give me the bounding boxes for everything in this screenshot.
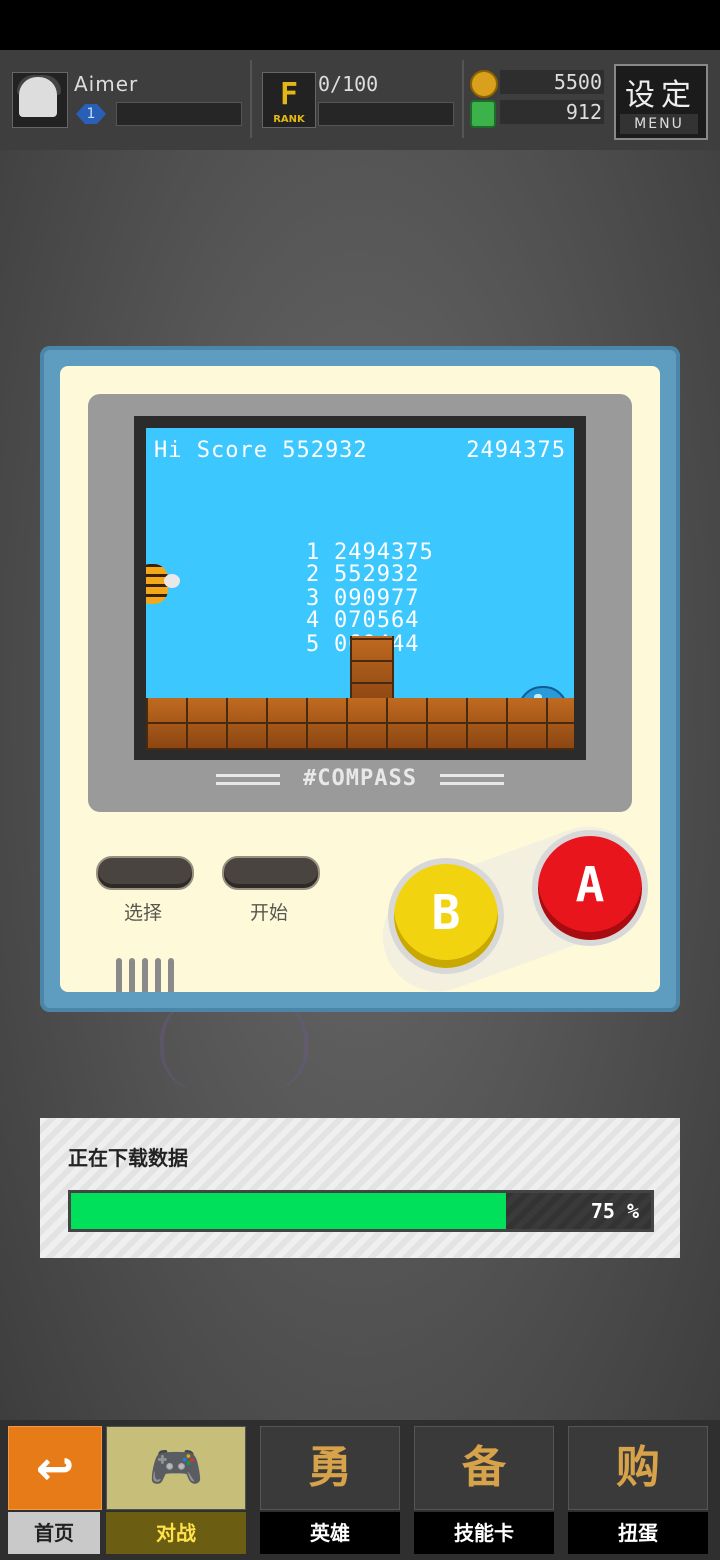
player-name: Aimer (74, 72, 139, 96)
leaderboard-score: 552932 (334, 562, 420, 587)
speaker-slot (129, 958, 135, 992)
leaderboard-row: 4 070564 (306, 610, 419, 632)
current-score: 2494375 (466, 438, 566, 463)
leaderboard-rank: 3 (306, 586, 321, 611)
game-display: Hi Score 552932 2494375 1 2494375 2 552932… (146, 428, 574, 750)
speaker-slot (142, 958, 148, 992)
coin-icon (470, 70, 498, 98)
leaderboard-row: 1 2494375 (306, 542, 434, 564)
gem-count: 912 (565, 100, 602, 124)
gem-icon (470, 100, 496, 128)
rank-progress: 0/100 (318, 72, 379, 96)
screen-bezel: Hi Score 552932 2494375 1 2494375 2 552932… (88, 394, 632, 812)
coin-count: 5500 (553, 70, 602, 94)
download-title: 正在下载数据 (68, 1146, 188, 1170)
console-brand: #COMPASS (303, 766, 417, 791)
b-button-label: B (431, 885, 461, 941)
nav-heroes-label: 英雄 (260, 1512, 400, 1554)
nav-battle-icon-area: 🎮 (106, 1426, 246, 1510)
nav-home-icon-area: ↩ (8, 1426, 102, 1510)
speaker-slot (155, 958, 161, 992)
nav-skill-cards[interactable]: 备 技能卡 (408, 1426, 554, 1554)
handheld-console: Hi Score 552932 2494375 1 2494375 2 552932… (40, 346, 680, 1012)
console-body: Hi Score 552932 2494375 1 2494375 2 552932… (60, 366, 660, 1007)
a-button[interactable]: A (532, 830, 648, 946)
level-number: 1 (86, 106, 96, 122)
nav-battle[interactable]: 🎮 对战 (100, 1426, 246, 1554)
cards-icon: 备 (462, 1442, 506, 1493)
background-character (160, 1000, 308, 1090)
leaderboard-rank: 5 (306, 632, 321, 657)
leaderboard-rank: 4 (306, 608, 321, 633)
hud-divider (462, 60, 464, 138)
return-icon: ↩ (35, 1441, 75, 1495)
level-badge: 1 (72, 104, 110, 124)
leaderboard-row: 2 552932 (306, 564, 419, 586)
b-button[interactable]: B (388, 858, 504, 974)
exp-bar (116, 102, 242, 126)
select-button[interactable] (96, 856, 194, 890)
nav-gacha-label: 扭蛋 (568, 1512, 708, 1554)
avatar-face (19, 77, 57, 117)
a-button-label: A (575, 857, 605, 913)
brick-ground (146, 698, 574, 750)
speaker-slot (116, 958, 122, 992)
nav-home-label: 首页 (8, 1512, 100, 1554)
status-bar (0, 0, 720, 50)
speaker-grille (116, 958, 180, 994)
leaderboard-score: 070564 (334, 608, 420, 633)
nav-battle-label: 对战 (106, 1512, 246, 1554)
start-button[interactable] (222, 856, 320, 890)
rank-icon[interactable]: F RANK (262, 72, 316, 128)
leaderboard-rank: 1 (306, 540, 321, 565)
hi-score-label: Hi Score 552932 (154, 438, 368, 463)
leaderboard-rank: 2 (306, 562, 321, 587)
lcd-frame: Hi Score 552932 2494375 1 2494375 2 552932… (134, 416, 586, 760)
rank-bar (318, 102, 454, 126)
menu-button-title: 设定 (625, 78, 697, 113)
nav-skill-cards-icon-area: 备 (414, 1426, 554, 1510)
nav-heroes[interactable]: 勇 英雄 (254, 1426, 400, 1554)
download-panel: 正在下载数据 75 % (40, 1118, 680, 1258)
download-progress-bar: 75 % (68, 1190, 654, 1232)
menu-button-label: MENU (620, 114, 698, 134)
bottom-nav: ↩ 首页 🎮 对战 勇 英雄 备 技能卡 购 扭蛋 (0, 1420, 720, 1560)
menu-button[interactable]: 设定 MENU (614, 64, 708, 140)
download-progress-fill (71, 1193, 506, 1229)
hero-icon: 勇 (308, 1442, 352, 1493)
start-label: 开始 (249, 902, 288, 924)
gacha-icon: 购 (616, 1442, 660, 1493)
nav-heroes-icon-area: 勇 (260, 1426, 400, 1510)
avatar[interactable] (12, 72, 68, 128)
rank-label: RANK (273, 114, 305, 125)
download-percent: 75 % (590, 1199, 639, 1223)
nav-gacha[interactable]: 购 扭蛋 (562, 1426, 708, 1554)
top-hud: Aimer 1 F RANK 0/100 (0, 50, 720, 150)
leaderboard-row: 3 090977 (306, 588, 419, 610)
rank-letter-icon: F (279, 77, 299, 112)
hud-divider (250, 60, 252, 138)
brick-pillar (350, 636, 394, 706)
gamepad-icon: 🎮 (148, 1442, 204, 1493)
game-screen: Aimer 1 F RANK 0/100 5500 912 设定 MENU Hi… (0, 0, 720, 1560)
nav-gacha-icon-area: 购 (568, 1426, 708, 1510)
nav-skill-cards-label: 技能卡 (414, 1512, 554, 1554)
bee-wing-icon (164, 574, 180, 588)
speaker-slot (168, 958, 174, 992)
select-label: 选择 (123, 902, 162, 924)
